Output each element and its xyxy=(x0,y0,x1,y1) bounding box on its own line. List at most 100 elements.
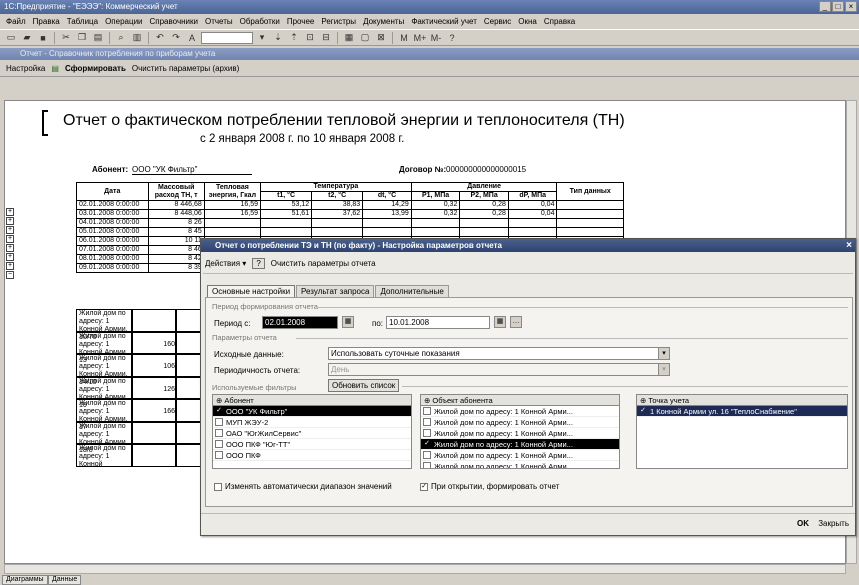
expand-toggle[interactable]: + xyxy=(6,208,14,216)
open-icon[interactable]: ▰ xyxy=(20,31,34,44)
period-from-calendar-icon[interactable]: ▦ xyxy=(342,316,354,328)
find-icon[interactable]: ⌕ xyxy=(114,31,128,44)
generate-button[interactable]: Сформировать xyxy=(65,64,126,73)
menu-other[interactable]: Прочее xyxy=(287,15,315,28)
period-to-calendar-icon[interactable]: ▦ xyxy=(494,316,506,328)
subscribers-list[interactable]: ⊕ Абонент ✓ ООО "УК Фильтр" МУП ЖЭУ-2 ОАО "… xyxy=(212,394,412,469)
minimize-button[interactable]: _ xyxy=(819,1,831,12)
new-icon[interactable]: ▭ xyxy=(4,31,18,44)
tab-query-result[interactable]: Результат запроса xyxy=(296,285,375,297)
menu-windows[interactable]: Окна xyxy=(518,15,537,28)
list-item-checkbox[interactable] xyxy=(423,418,431,426)
expand-toggle[interactable]: + xyxy=(6,217,14,225)
list-item[interactable]: Жилой дом по адресу: 1 Конной Арми... xyxy=(421,406,619,417)
redo-icon[interactable]: ↷ xyxy=(169,31,183,44)
search-input[interactable] xyxy=(201,31,253,44)
list-item-checkbox[interactable] xyxy=(215,429,223,437)
copy-icon[interactable]: ❐ xyxy=(75,31,89,44)
calculator-icon[interactable]: ▦ xyxy=(342,31,356,44)
save-icon[interactable]: ■ xyxy=(36,31,50,44)
list-item-checkbox[interactable] xyxy=(215,418,223,426)
horizontal-scrollbar[interactable] xyxy=(4,564,846,574)
close-button[interactable]: Закрыть xyxy=(818,519,849,528)
on-open-option[interactable]: ✓ При открытии, формировать отчет xyxy=(418,482,559,491)
menu-file[interactable]: Файл xyxy=(6,15,26,28)
calendar-icon[interactable]: ▢ xyxy=(358,31,372,44)
menu-processing[interactable]: Обработки xyxy=(240,15,280,28)
text-icon[interactable]: A xyxy=(185,31,199,44)
list-item-checkbox[interactable]: ✓ xyxy=(639,407,647,415)
menu-registers[interactable]: Регистры xyxy=(321,15,356,28)
menu-actual-accounting[interactable]: Фактический учет xyxy=(411,15,477,28)
settings-button[interactable]: Настройка xyxy=(6,64,45,73)
list-item[interactable]: МУП ЖЭУ-2 xyxy=(213,417,411,428)
menu-operations[interactable]: Операции xyxy=(105,15,142,28)
window-list-icon[interactable]: ⊟ xyxy=(319,31,333,44)
list-item[interactable]: ОАО "ЮгЖилСервис" xyxy=(213,428,411,439)
menu-reports[interactable]: Отчеты xyxy=(205,15,233,28)
menu-help[interactable]: Справка xyxy=(544,15,575,28)
clear-params-button[interactable]: Очистить параметры отчета xyxy=(271,259,376,268)
close-window-button[interactable]: × xyxy=(845,1,857,12)
expand-toggle[interactable]: + xyxy=(6,253,14,261)
source-select[interactable]: Использовать суточные показания ▾ xyxy=(328,347,670,360)
list-item[interactable]: ✓ 1 Конной Армии ул. 16 "ТеплоСнабжение" xyxy=(637,406,847,417)
menu-catalogs[interactable]: Справочники xyxy=(150,15,198,28)
period-from-input[interactable]: 02.01.2008 xyxy=(262,316,338,329)
clipboard-icon[interactable]: ⊠ xyxy=(374,31,388,44)
help-button[interactable]: ? xyxy=(252,257,265,269)
collapse-toggle[interactable]: − xyxy=(6,271,14,279)
menu-table[interactable]: Таблица xyxy=(67,15,98,28)
menu-edit[interactable]: Правка xyxy=(33,15,60,28)
auto-range-checkbox[interactable] xyxy=(214,482,222,491)
period-select-button[interactable]: … xyxy=(510,316,522,328)
list-item[interactable]: Жилой дом по адресу: 1 Конной Арми... xyxy=(421,428,619,439)
refresh-list-button[interactable]: Обновить список xyxy=(328,379,400,392)
list-item[interactable]: Жилой дом по адресу: 1 Конной Арми... xyxy=(421,450,619,461)
help-pointer-icon[interactable]: ? xyxy=(445,31,459,44)
list-item[interactable]: ✓ ООО "УК Фильтр" xyxy=(213,406,411,417)
expand-toggle[interactable]: + xyxy=(6,262,14,270)
print-icon[interactable]: ▥ xyxy=(130,31,144,44)
menu-documents[interactable]: Документы xyxy=(363,15,404,28)
on-open-checkbox[interactable]: ✓ xyxy=(420,482,428,491)
list-item[interactable]: Жилой дом по адресу: 1 Конной Арми... xyxy=(421,417,619,428)
clear-archive-button[interactable]: Очистить параметры (архив) xyxy=(132,64,239,73)
expand-toggle[interactable]: + xyxy=(6,244,14,252)
memory-icon[interactable]: M xyxy=(397,31,411,44)
objects-list[interactable]: ⊕ Объект абонента Жилой дом по адресу: 1… xyxy=(420,394,620,469)
actions-menu-button[interactable]: Действия ▾ xyxy=(205,259,246,268)
list-item[interactable]: ✓ Жилой дом по адресу: 1 Конной Арми... xyxy=(421,439,619,450)
bookmark-icon[interactable]: ⊡ xyxy=(303,31,317,44)
list-item[interactable]: ООО ПКФ "Юг-ТТ" xyxy=(213,439,411,450)
list-item-checkbox[interactable] xyxy=(423,429,431,437)
chevron-down-icon[interactable]: ▾ xyxy=(658,364,669,375)
memory-sub-icon[interactable]: M- xyxy=(429,31,443,44)
list-item-checkbox[interactable] xyxy=(215,451,223,459)
menu-service[interactable]: Сервис xyxy=(484,15,511,28)
chevron-down-icon[interactable]: ▾ xyxy=(658,348,669,359)
list-item-checkbox[interactable]: ✓ xyxy=(423,440,431,448)
tab-additional[interactable]: Дополнительные xyxy=(375,285,449,297)
list-item-checkbox[interactable] xyxy=(423,407,431,415)
list-item-checkbox[interactable] xyxy=(215,440,223,448)
ok-button[interactable]: OK xyxy=(797,519,809,528)
search-prev-icon[interactable]: ⇡ xyxy=(287,31,301,44)
tab-main-settings[interactable]: Основные настройки xyxy=(207,285,296,297)
list-item-checkbox[interactable]: ✓ xyxy=(215,407,223,415)
auto-range-option[interactable]: Изменять автоматически диапазон значений xyxy=(212,482,392,491)
list-item-checkbox[interactable] xyxy=(423,451,431,459)
expand-toggle[interactable]: + xyxy=(6,235,14,243)
search-next-icon[interactable]: ⇣ xyxy=(271,31,285,44)
maximize-button[interactable]: □ xyxy=(832,1,844,12)
list-item[interactable]: ООО ПКФ xyxy=(213,450,411,461)
cut-icon[interactable]: ✂ xyxy=(59,31,73,44)
undo-icon[interactable]: ↶ xyxy=(153,31,167,44)
dialog-close-icon[interactable]: × xyxy=(846,240,852,251)
list-item-checkbox[interactable] xyxy=(423,462,431,468)
frequency-select[interactable]: День ▾ xyxy=(328,363,670,376)
points-list[interactable]: ⊕ Точка учета ✓ 1 Конной Армии ул. 16 "Те… xyxy=(636,394,848,469)
list-item[interactable]: Жилой дом по адресу: 1 Конной Арми... xyxy=(421,461,619,468)
period-to-input[interactable]: 10.01.2008 xyxy=(386,316,490,329)
search-dropdown-icon[interactable]: ▾ xyxy=(255,31,269,44)
